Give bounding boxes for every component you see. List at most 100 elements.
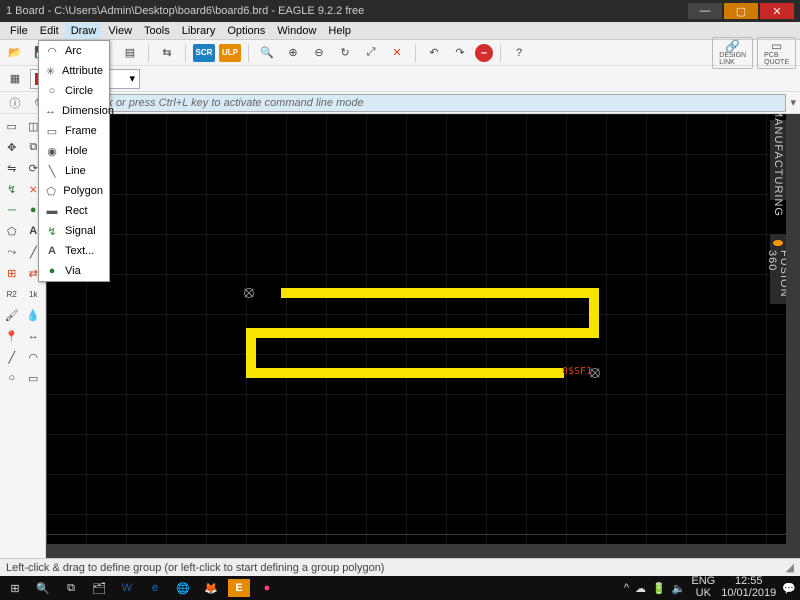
net-label: 0$SF1	[562, 366, 592, 377]
tool-select[interactable]: ▭	[2, 116, 22, 136]
status-corner-icon: ◢	[786, 561, 794, 574]
ulp-button[interactable]: ULP	[219, 44, 241, 62]
canvas[interactable]: 0$SF1 MANUFACTURING FUSION 360	[46, 114, 800, 558]
scrollbar-vertical[interactable]	[786, 114, 800, 558]
draw-text[interactable]: AText...	[39, 241, 109, 261]
tray-up-icon[interactable]: ^	[624, 582, 629, 594]
redo-icon[interactable]: ↷	[449, 42, 471, 64]
tool-add[interactable]: ⊞	[2, 263, 22, 283]
design-link-button[interactable]: 🔗DESIGN LINK	[712, 37, 753, 69]
tool-rect2[interactable]: ▭	[24, 368, 44, 388]
draw-arc[interactable]: ◠Arc	[39, 41, 109, 61]
window-close-button[interactable]: ✕	[760, 3, 794, 19]
tool-move[interactable]: ✥	[2, 137, 22, 157]
window-maximize-button[interactable]: ▢	[724, 3, 758, 19]
menu-options[interactable]: Options	[221, 23, 271, 39]
tool-net[interactable]: ⎓	[2, 200, 22, 220]
speaker-icon[interactable]: 🔈	[672, 582, 686, 595]
firefox-icon[interactable]: 🦊	[200, 579, 222, 597]
hole-icon: ◉	[45, 144, 59, 158]
draw-frame[interactable]: ▭Frame	[39, 121, 109, 141]
axis-h	[46, 534, 800, 535]
zoom-select-icon[interactable]: ⤢	[360, 42, 382, 64]
search-icon[interactable]: 🔍	[32, 579, 54, 597]
help-icon[interactable]: ?	[508, 42, 530, 64]
clock[interactable]: 12:5510/01/2019	[721, 576, 776, 599]
grid-icon[interactable]: ▦	[4, 68, 26, 90]
tool-smash[interactable]: R2	[2, 284, 22, 304]
cmd-dropdown-icon[interactable]: ▾	[790, 96, 796, 109]
word-icon[interactable]: W	[116, 579, 138, 597]
tool-drop[interactable]: 💧	[24, 305, 44, 325]
zoom-redraw-icon[interactable]: ↻	[334, 42, 356, 64]
board-icon[interactable]: ▤	[119, 42, 141, 64]
menu-file[interactable]: File	[4, 23, 34, 39]
menu-tools[interactable]: Tools	[138, 23, 176, 39]
draw-signal[interactable]: ↯Signal	[39, 221, 109, 241]
menu-library[interactable]: Library	[176, 23, 222, 39]
undo-icon[interactable]: ↶	[423, 42, 445, 64]
explorer-icon[interactable]: 🗂	[88, 579, 110, 597]
taskview-icon[interactable]: ⧉	[60, 579, 82, 597]
draw-line[interactable]: ╲Line	[39, 161, 109, 181]
status-text: Left-click & drag to define group (or le…	[6, 562, 384, 574]
app-icon[interactable]: ●	[256, 579, 278, 597]
chrome-icon[interactable]: 🌐	[172, 579, 194, 597]
eagle-icon[interactable]: E	[228, 579, 250, 597]
info-tool-icon[interactable]: ⓘ	[4, 92, 26, 114]
language-indicator[interactable]: ENGUK	[691, 576, 715, 599]
menu-draw[interactable]: Draw	[65, 23, 103, 39]
circle-icon: ○	[45, 84, 59, 98]
scrollbar-horizontal[interactable]	[46, 544, 786, 558]
open-icon[interactable]: 📂	[4, 42, 26, 64]
window-title: 1 Board - C:\Users\Admin\Desktop\board6\…	[6, 5, 364, 17]
draw-dimension[interactable]: ↔Dimension	[39, 101, 109, 121]
menu-help[interactable]: Help	[322, 23, 357, 39]
tool-wire[interactable]: ╱	[2, 347, 22, 367]
tool-route[interactable]: ↯	[2, 179, 22, 199]
tool-pin[interactable]: 📍	[2, 326, 22, 346]
via-icon: ●	[45, 264, 59, 278]
start-button[interactable]: ⊞	[4, 579, 26, 597]
tool-polygon[interactable]: ⬠	[2, 221, 22, 241]
schematic-switch-icon[interactable]: ⇆	[156, 42, 178, 64]
text-icon: A	[45, 244, 59, 258]
window-minimize-button[interactable]: —	[688, 3, 722, 19]
battery-icon[interactable]: 🔋	[652, 582, 666, 595]
arc-icon: ◠	[45, 44, 59, 58]
pcb-quote-button[interactable]: ▭PCB QUOTE	[757, 37, 796, 69]
cancel-icon[interactable]: ✕	[386, 42, 408, 64]
workarea: ▭◫ ✥⧉ ⇋⟳ ↯⨯ ⎓● ⬠A ⤳╱ ⊞⇄ R21k 🖌💧 📍↔ ╱◠ ○▭…	[0, 114, 800, 558]
tool-split[interactable]: ⤳	[2, 242, 22, 262]
draw-hole[interactable]: ◉Hole	[39, 141, 109, 161]
draw-attribute[interactable]: ✳Attribute	[39, 61, 109, 81]
tool-mirror[interactable]: ⇋	[2, 158, 22, 178]
tool-paint[interactable]: 🖌	[2, 305, 22, 325]
line-icon: ╲	[45, 164, 59, 178]
draw-circle[interactable]: ○Circle	[39, 81, 109, 101]
draw-via[interactable]: ●Via	[39, 261, 109, 281]
taskbar: ⊞ 🔍 ⧉ 🗂 W e 🌐 🦊 E ● ^ ☁ 🔋 🔈 ENGUK 12:551…	[0, 576, 800, 600]
frame-icon: ▭	[45, 124, 59, 138]
scr-button[interactable]: SCR	[193, 44, 215, 62]
cloud-icon[interactable]: ☁	[635, 582, 646, 595]
tool-dimension[interactable]: ↔	[24, 326, 44, 346]
tool-circle[interactable]: ○	[2, 368, 22, 388]
edge-icon[interactable]: e	[144, 579, 166, 597]
system-tray[interactable]: ^ ☁ 🔋 🔈 ENGUK 12:5510/01/2019 💬	[624, 576, 796, 599]
tool-value[interactable]: 1k	[24, 284, 44, 304]
draw-rect[interactable]: ▬Rect	[39, 201, 109, 221]
menu-view[interactable]: View	[102, 23, 138, 39]
notifications-icon[interactable]: 💬	[782, 582, 796, 595]
tab-manufacturing[interactable]: MANUFACTURING	[770, 120, 786, 200]
tool-arc[interactable]: ◠	[24, 347, 44, 367]
zoom-in-icon[interactable]: ⊕	[282, 42, 304, 64]
stop-icon[interactable]: –	[475, 44, 493, 62]
command-input[interactable]: Click or press Ctrl+L key to activate co…	[82, 94, 786, 112]
menu-edit[interactable]: Edit	[34, 23, 65, 39]
zoom-out-icon[interactable]: ⊖	[308, 42, 330, 64]
tab-fusion360[interactable]: FUSION 360	[770, 234, 786, 304]
zoom-fit-icon[interactable]: 🔍	[256, 42, 278, 64]
draw-polygon[interactable]: ⬠Polygon	[39, 181, 109, 201]
menu-window[interactable]: Window	[271, 23, 322, 39]
